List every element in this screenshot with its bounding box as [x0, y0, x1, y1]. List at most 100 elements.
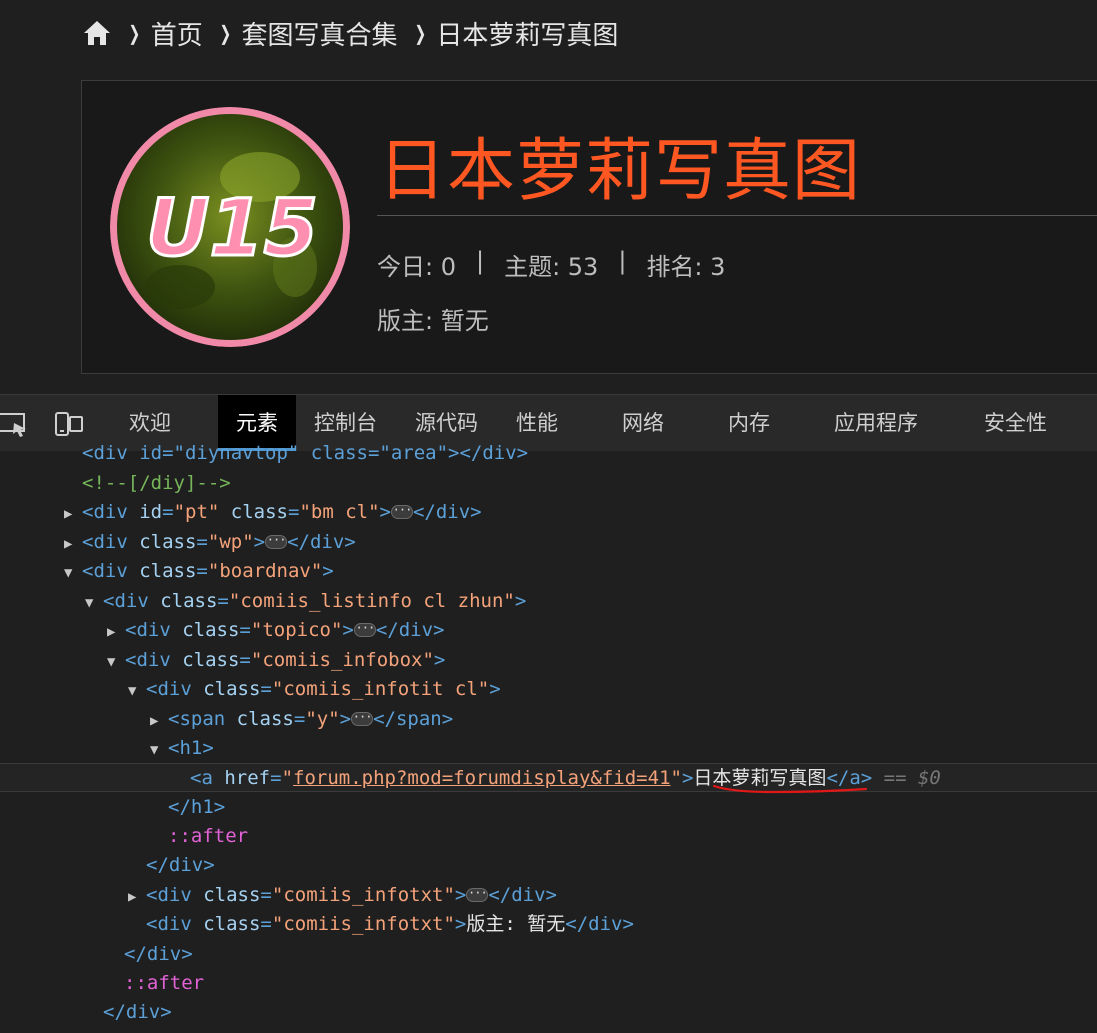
attr-name: class [230, 501, 288, 523]
attr-value-link[interactable]: forum.php?mod=forumdisplay&fid=41 [293, 767, 671, 789]
tag-open: <div [146, 678, 192, 700]
tree-node-comment[interactable]: <!--[/diy]--> [0, 469, 1097, 498]
breadcrumb-item-home[interactable]: 首页 [151, 15, 203, 52]
ellipsis-icon[interactable]: ··· [353, 622, 376, 637]
collapse-triangle-icon[interactable]: ▼ [107, 648, 125, 677]
attr-value: "topico" [250, 619, 343, 641]
attr-value: "comiis_listinfo cl zhun" [228, 590, 515, 612]
chevron-right-icon: ❯ [414, 21, 426, 45]
collapse-triangle-icon[interactable]: ▼ [85, 589, 103, 618]
quote: " [281, 767, 294, 789]
quote: " [670, 767, 682, 789]
stat-rank: 排名: 3 [646, 253, 726, 281]
collapse-triangle-icon[interactable]: ▼ [150, 736, 168, 765]
tag-close: </div> [146, 854, 215, 876]
attr-value: "comiis_infobox" [250, 649, 434, 671]
stat-separator: | [618, 247, 627, 275]
comment-text: <!--[/diy]--> [82, 472, 231, 494]
tag-open: <div [146, 913, 192, 935]
tag-close: </span> [373, 708, 454, 730]
breadcrumb-item-collection[interactable]: 套图写真合集 [242, 15, 398, 52]
tree-node[interactable]: ▼ <h1> [0, 734, 1097, 763]
tag-close: </div> [565, 913, 634, 935]
tag-bracket: > [489, 678, 501, 700]
home-icon[interactable] [82, 18, 112, 48]
forum-stats: 今日: 0 | 主题: 53 | 排名: 3 [377, 247, 725, 282]
expand-triangle-icon[interactable]: ▶ [64, 500, 82, 529]
pseudo-element: ::after [168, 825, 249, 847]
ellipsis-icon[interactable]: ··· [390, 504, 413, 519]
attr-name: class [139, 531, 197, 553]
tag-close: </div> [488, 884, 557, 906]
tree-node[interactable]: ▼ <div class="comiis_infotit cl"> [0, 675, 1097, 704]
attr-value: "comiis_infotxt" [271, 913, 455, 935]
tree-node[interactable]: ▼ <div class="comiis_listinfo cl zhun"> [0, 587, 1097, 616]
svg-text:U15: U15 [146, 184, 318, 274]
ellipsis-icon[interactable]: ··· [265, 534, 288, 549]
tree-node[interactable]: ▼ <div class="comiis_infobox"> [0, 646, 1097, 675]
equals-sign: = [287, 501, 300, 523]
tag-close: </div> [124, 943, 193, 965]
tree-node-pseudo[interactable]: ::after [0, 969, 1097, 998]
expand-triangle-icon[interactable]: ▶ [128, 883, 146, 912]
tree-node-markup: <div id="diynavtop" class="area"></div> [82, 442, 529, 464]
device-emulation-icon[interactable] [55, 411, 83, 437]
forum-logo: U15 [110, 107, 350, 347]
tag-open: <h1> [168, 737, 214, 759]
attr-value: "boardnav" [207, 560, 323, 582]
tag-bracket: > [253, 531, 266, 553]
expand-triangle-icon[interactable]: ▶ [107, 618, 125, 647]
tag-close: </div> [375, 619, 445, 641]
tree-node-close[interactable]: </h1> [0, 793, 1097, 822]
attr-value: "y" [305, 708, 340, 730]
tree-node[interactable]: ▶ <span class="y"> ···</span> [0, 705, 1097, 734]
attr-value: "bm cl" [299, 501, 380, 523]
pseudo-element: ::after [124, 972, 205, 994]
tag-bracket: > [322, 560, 334, 582]
expand-triangle-icon[interactable]: ▶ [64, 530, 82, 559]
tag-open: <div [82, 560, 128, 582]
tag-bracket: > [379, 501, 391, 523]
node-text: 版主: 暂无 [466, 913, 566, 935]
forum-title[interactable]: 日本萝莉写真图 [378, 115, 861, 214]
equals-sign: = [260, 678, 272, 700]
tree-node[interactable]: ▶ <div class="comiis_infotxt"> ···</div> [0, 881, 1097, 910]
collapse-triangle-icon[interactable]: ▼ [64, 559, 82, 588]
breadcrumb-item-current[interactable]: 日本萝莉写真图 [436, 15, 618, 52]
stat-today: 今日: 0 [377, 253, 456, 281]
tag-open: <span [168, 708, 226, 730]
ellipsis-icon[interactable]: ··· [351, 711, 374, 726]
attr-value: "pt" [173, 501, 220, 523]
tag-bracket: > [454, 913, 467, 935]
tag-close: </div> [103, 1001, 172, 1023]
tag-open: <div [82, 531, 128, 553]
tree-node-close[interactable]: </div> [0, 940, 1097, 969]
tree-node[interactable]: ▶ <div id="pt" class="bm cl"> ···</div> [0, 498, 1097, 527]
tag-bracket: > [681, 767, 694, 789]
tag-close: </div> [287, 531, 356, 553]
expand-triangle-icon[interactable]: ▶ [150, 707, 168, 736]
collapse-triangle-icon[interactable]: ▼ [128, 677, 146, 706]
equals-sign: = [260, 913, 272, 935]
stat-topics: 主题: 53 [504, 253, 599, 281]
tree-node[interactable]: ▶ <div class="topico"> ···</div> [0, 616, 1097, 645]
tree-node-close[interactable]: </div> [0, 998, 1097, 1027]
attr-name: class [160, 590, 218, 612]
tag-close: </h1> [168, 796, 226, 818]
attr-name: class [182, 619, 240, 641]
ellipsis-icon[interactable]: ··· [466, 887, 489, 902]
title-divider [377, 215, 1097, 216]
tree-node[interactable]: <div class="comiis_infotxt">版主: 暂无</div> [0, 910, 1097, 939]
tree-node[interactable]: ▶ <div class="wp"> ···</div> [0, 528, 1097, 557]
equals-sign: = [270, 767, 282, 789]
inspect-element-icon[interactable] [0, 411, 28, 437]
chevron-right-icon: ❯ [219, 21, 232, 45]
attr-name: id [139, 501, 163, 523]
tree-node-pseudo[interactable]: ::after [0, 822, 1097, 851]
tree-node[interactable]: <div id="diynavtop" class="area"></div> [0, 439, 1097, 468]
tree-node-selected[interactable]: <a href="forum.php?mod=forumdisplay&fid=… [0, 763, 1097, 793]
tree-node-close[interactable]: </div> [0, 851, 1097, 880]
tree-node[interactable]: ▼ <div class="boardnav"> [0, 557, 1097, 586]
equals-sign: = [162, 501, 174, 523]
attr-name: class [203, 884, 261, 906]
